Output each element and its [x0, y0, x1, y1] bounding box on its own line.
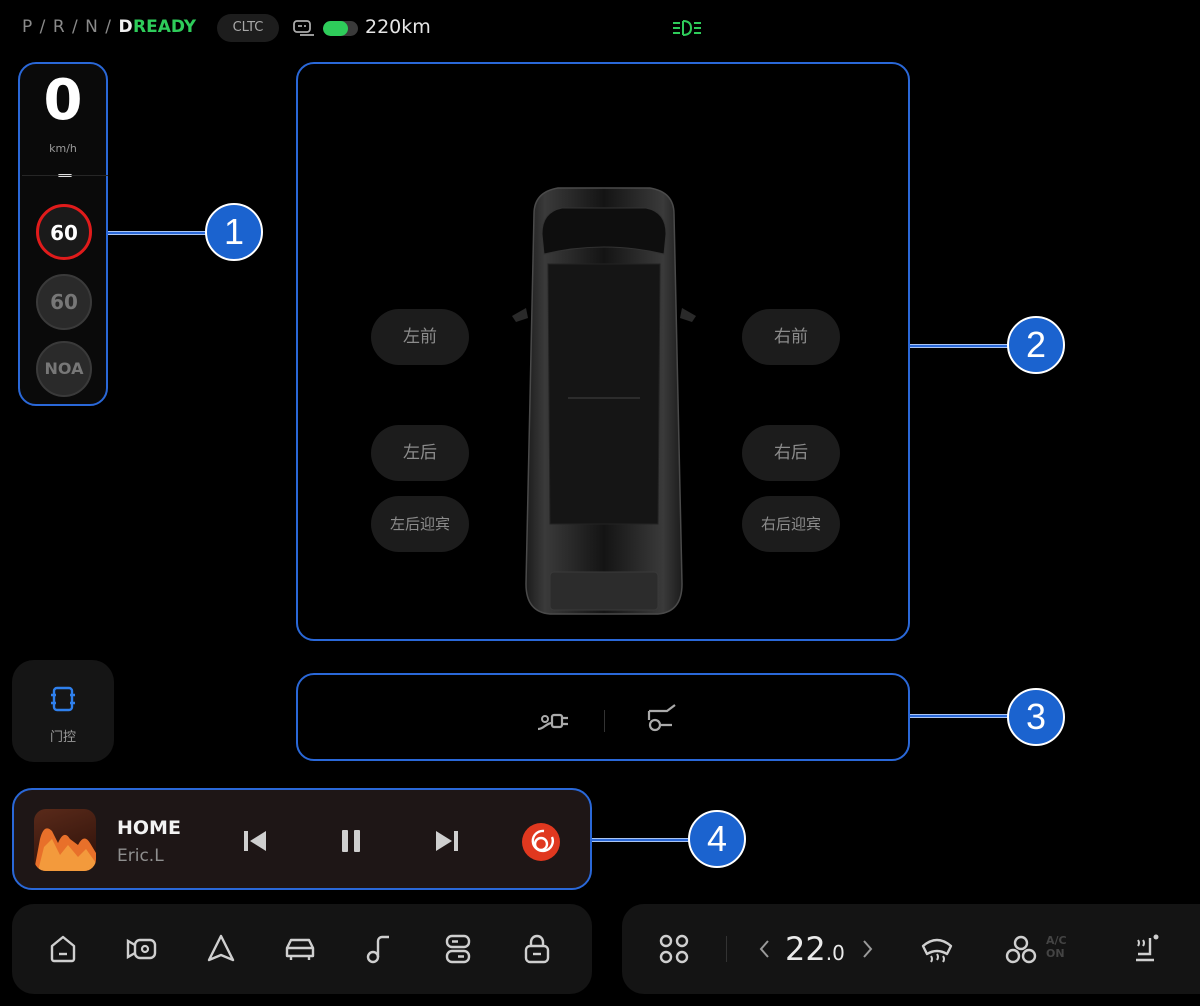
- album-art[interactable]: [34, 809, 96, 871]
- speed-value: 0: [43, 68, 83, 133]
- callout-4: 4: [688, 810, 746, 868]
- door-rear-left-welcome-button[interactable]: 左后迎宾: [371, 496, 469, 552]
- lock-icon[interactable]: [520, 932, 554, 966]
- music-icon[interactable]: [362, 932, 396, 966]
- battery-fill: [323, 21, 348, 36]
- cruise-speed-button[interactable]: 60: [36, 274, 92, 330]
- temperature-whole: 22: [785, 930, 826, 968]
- next-icon[interactable]: [432, 826, 462, 856]
- song-title: HOME: [117, 817, 181, 839]
- door-rear-left-button[interactable]: 左后: [371, 425, 469, 481]
- media-player: HOME Eric.L: [12, 788, 592, 890]
- climate-bar: 22.0 A/C ON: [622, 904, 1200, 994]
- door-front-right-button[interactable]: 右前: [742, 309, 840, 365]
- fan-icon[interactable]: [1004, 932, 1038, 966]
- app-dock: [12, 904, 592, 994]
- apps-icon[interactable]: [658, 933, 690, 965]
- ac-label-bottom: ON: [1046, 947, 1065, 960]
- vehicle-icon[interactable]: [283, 932, 317, 966]
- decrease-chevron-icon[interactable]: [756, 937, 774, 961]
- gear-n: N: [85, 17, 99, 37]
- range-standard-badge: CLTC: [217, 14, 279, 42]
- toggle-icon[interactable]: [441, 932, 475, 966]
- seat-heat-icon[interactable]: [1132, 932, 1162, 966]
- pause-icon[interactable]: [336, 826, 366, 856]
- callout-line-2: [910, 344, 1010, 348]
- song-artist: Eric.L: [117, 846, 164, 866]
- callout-1: 1: [205, 203, 263, 261]
- gear-p: P: [22, 17, 34, 37]
- callout-line-1: [108, 231, 208, 235]
- speed-panel: 0 km/h 60 60 NOA: [18, 62, 108, 406]
- gear-r: R: [52, 17, 66, 37]
- callout-line-4: [592, 838, 692, 842]
- door-front-left-button[interactable]: 左前: [371, 309, 469, 365]
- callout-line-3: [910, 714, 1010, 718]
- status-bar: P / R / N / D READY CLTC 220km: [0, 0, 1200, 56]
- range-mode-icon: [293, 20, 314, 36]
- callout-3: 3: [1007, 688, 1065, 746]
- camera-icon[interactable]: [125, 932, 159, 966]
- ready-status: READY: [133, 17, 197, 37]
- door-control-panel: 左前 右前 左后 右后 左后迎宾 右后迎宾: [296, 62, 910, 641]
- increase-chevron-icon[interactable]: [858, 937, 876, 961]
- noa-button[interactable]: NOA: [36, 341, 92, 397]
- home-icon[interactable]: [46, 932, 80, 966]
- gear-indicator: P / R / N / D: [22, 17, 134, 37]
- gear-d: D: [118, 17, 134, 37]
- album-art-image: [34, 828, 96, 871]
- temperature-value[interactable]: 22.0: [785, 930, 845, 968]
- door-rear-right-welcome-button[interactable]: 右后迎宾: [742, 496, 840, 552]
- temperature-decimal: .0: [825, 941, 845, 965]
- speed-limit-sign: 60: [36, 204, 92, 260]
- door-rear-right-button[interactable]: 右后: [742, 425, 840, 481]
- headlight-icon: [673, 20, 701, 36]
- speed-unit: km/h: [49, 142, 77, 155]
- previous-icon[interactable]: [240, 826, 270, 856]
- divider: [726, 936, 727, 962]
- divider: [22, 175, 108, 176]
- door-control-icon: [51, 686, 75, 712]
- ac-status-label[interactable]: A/C ON: [1046, 934, 1067, 960]
- battery-icon: [323, 21, 358, 36]
- defrost-icon[interactable]: [919, 932, 955, 964]
- divider: [604, 710, 605, 732]
- range-value: 220km: [365, 16, 431, 38]
- charge-cover-icon[interactable]: [643, 701, 683, 735]
- callout-2: 2: [1007, 316, 1065, 374]
- charge-port-panel: [296, 673, 910, 761]
- door-control-tile[interactable]: 门控: [12, 660, 114, 762]
- navigation-icon[interactable]: [204, 932, 238, 966]
- charge-port-icon[interactable]: [534, 705, 574, 735]
- door-control-label: 门控: [49, 730, 76, 745]
- ac-label-top: A/C: [1046, 934, 1067, 947]
- netease-music-icon[interactable]: [522, 823, 560, 861]
